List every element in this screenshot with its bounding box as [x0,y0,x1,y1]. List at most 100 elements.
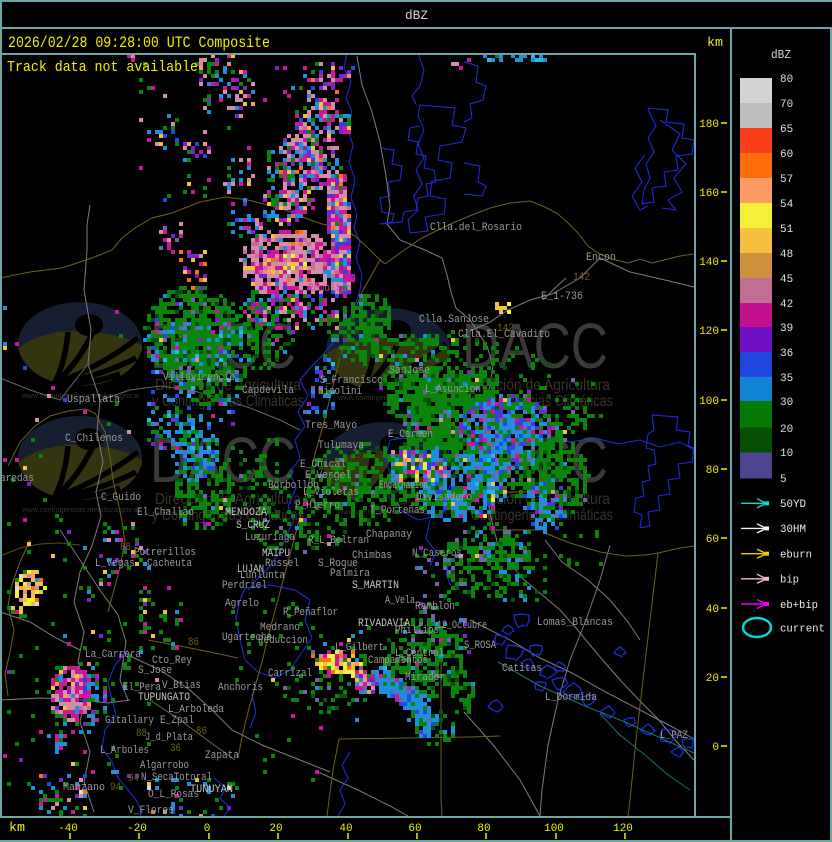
svg-text:L_PAZ: L_PAZ [660,730,688,742]
svg-text:L_Vegas: L_Vegas [95,558,135,570]
svg-text:km: km [9,820,25,835]
svg-text:Clla.del_Rosario: Clla.del_Rosario [430,222,522,234]
svg-text:E_Carmen: E_Carmen [388,429,433,441]
svg-text:Lomas_Blancas: Lomas_Blancas [537,617,613,629]
svg-text:36: 36 [780,348,793,360]
svg-text:E_Zpal: E_Zpal [160,715,194,727]
svg-text:142: 142 [573,272,590,284]
svg-text:E_1-736: E_1-736 [541,291,583,303]
svg-text:5: 5 [780,474,787,486]
svg-text:94: 94 [128,773,139,785]
svg-text:80: 80 [706,465,719,477]
svg-text:Nicolini: Nicolini [318,386,362,398]
svg-text:km: km [707,35,723,50]
svg-text:Tulumaya: Tulumaya [318,440,364,452]
svg-text:Zapata: Zapata [205,750,239,762]
svg-text:12_Octubre: 12_Octubre [437,620,487,632]
svg-text:L_Dormida: L_Dormida [545,692,597,704]
svg-text:60: 60 [408,823,421,835]
svg-text:dBZ: dBZ [405,8,428,23]
svg-text:Cacheuta: Cacheuta [147,558,192,570]
svg-text:-40: -40 [58,823,78,835]
svg-text:N_SecaTotoral: N_SecaTotoral [141,772,212,784]
svg-text:-20: -20 [127,823,147,835]
svg-text:Campamentos: Campamentos [368,655,428,667]
svg-text:V_Flores: V_Flores [128,805,174,817]
svg-text:Palmira: Palmira [330,568,370,580]
svg-text:Villavicencio: Villavicencio [163,372,235,384]
svg-text:C_Chilenos: C_Chilenos [65,433,123,445]
svg-text:60: 60 [780,149,793,161]
svg-text:eburn: eburn [780,550,812,562]
svg-text:Catitas: Catitas [502,663,542,675]
svg-text:aredas: aredas [0,473,34,485]
svg-text:Divisadero: Divisadero [416,492,472,504]
svg-text:C_Guido: C_Guido [101,492,141,504]
svg-text:SanJose: SanJose [389,365,430,377]
svg-text:20: 20 [780,424,793,436]
svg-text:Remolton: Remolton [308,283,352,295]
svg-text:36: 36 [170,743,181,755]
svg-text:Tres_Mayo: Tres_Mayo [305,420,357,432]
svg-text:35: 35 [780,373,793,385]
svg-text:Phillips: Phillips [395,625,439,637]
svg-text:48: 48 [780,249,793,261]
svg-text:39: 39 [780,323,793,335]
svg-text:10: 10 [780,448,793,460]
svg-text:Agrelo: Agrelo [225,598,259,610]
svg-text:0: 0 [204,823,211,835]
svg-text:O_L_Rosas: O_L_Rosas [148,789,199,801]
svg-text:0: 0 [712,742,719,754]
svg-text:Reduccion: Reduccion [258,635,308,647]
svg-text:20: 20 [706,673,719,685]
svg-text:Gitallary: Gitallary [105,715,154,727]
svg-text:Uspallata: Uspallata [67,394,120,406]
svg-text:45: 45 [780,274,793,286]
svg-text:Russel: Russel [265,558,299,570]
svg-text:P_Hierro: P_Hierro [295,500,340,512]
svg-text:80: 80 [780,74,793,86]
svg-text:40: 40 [706,604,719,616]
svg-text:Chimbas: Chimbas [352,550,392,562]
svg-text:S_ROSA: S_ROSA [464,640,496,652]
svg-text:94: 94 [110,782,121,794]
svg-text:160: 160 [699,188,719,200]
svg-text:50YD: 50YD [780,499,806,511]
svg-text:El_Challao: El_Challao [137,507,194,519]
svg-text:eb+bip: eb+bip [780,600,818,612]
svg-text:120: 120 [699,326,719,338]
svg-text:Chapanay: Chapanay [366,529,412,541]
svg-text:Ramblon: Ramblon [415,601,455,613]
svg-text:100: 100 [699,396,719,408]
svg-text:L_Violetas: L_Violetas [303,487,359,499]
svg-text:Track data not available: Track data not available [7,59,198,76]
svg-text:42: 42 [780,299,793,311]
svg-text:120: 120 [613,823,633,835]
svg-text:S_Jose: S_Jose [138,665,172,677]
svg-text:80: 80 [477,823,490,835]
svg-text:Encon: Encon [586,252,616,264]
svg-text:T_Porteñas: T_Porteñas [370,505,425,517]
svg-text:140: 140 [699,257,719,269]
svg-text:Manzano: Manzano [63,782,105,794]
svg-text:La_Carrera: La_Carrera [85,649,141,661]
svg-text:S_MARTIN: S_MARTIN [352,580,399,592]
svg-text:R_Peñaflor: R_Peñaflor [283,607,338,619]
svg-text:Carrizal: Carrizal [268,668,312,680]
svg-text:A_Vela: A_Vela [385,595,415,607]
svg-text:86: 86 [196,726,207,738]
svg-text:V_Btias: V_Btias [162,680,201,692]
svg-text:R_L_Beltran: R_L_Beltran [308,535,369,547]
svg-text:Luzuriaga: Luzuriaga [245,532,295,544]
svg-text:2026/02/28 09:28:00 UTC Compos: 2026/02/28 09:28:00 UTC Composite [8,34,270,52]
svg-text:57: 57 [780,174,793,186]
svg-text:Algarrobo: Algarrobo [140,760,189,772]
svg-text:180: 180 [699,119,719,131]
svg-text:Mirador: Mirador [405,672,445,684]
svg-text:Encarnacion: Encarnacion [379,480,428,492]
svg-text:TUPUNGATO: TUPUNGATO [138,692,190,704]
svg-text:N_Caseros: N_Caseros [412,548,462,560]
svg-text:88: 88 [120,542,131,554]
svg-text:70: 70 [780,99,793,111]
svg-text:86: 86 [188,637,199,649]
